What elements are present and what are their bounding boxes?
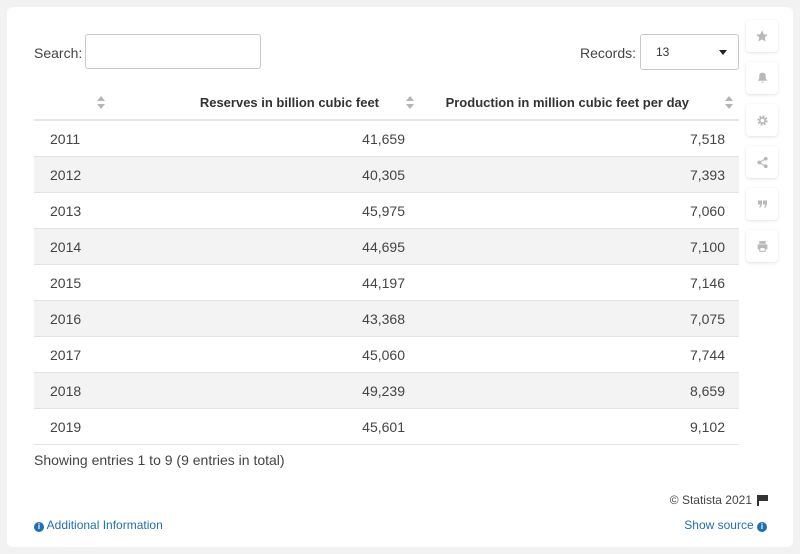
cell-year: 2015	[34, 264, 114, 301]
cell-production: 7,518	[419, 120, 739, 157]
column-header-production[interactable]: Production in million cubic feet per day	[419, 85, 739, 121]
additional-information-label: Additional Information	[46, 518, 163, 532]
cell-reserves: 45,975	[114, 192, 419, 229]
cell-production: 7,075	[419, 300, 739, 337]
cell-reserves: 41,659	[114, 120, 419, 157]
chevron-down-icon	[719, 50, 727, 55]
column-header-reserves[interactable]: Reserves in billion cubic feet	[114, 85, 419, 121]
entries-summary: Showing entries 1 to 9 (9 entries in tot…	[34, 452, 285, 468]
show-source-link[interactable]: Show source i	[684, 518, 767, 532]
show-source-label: Show source	[684, 518, 754, 532]
sort-icon[interactable]	[97, 96, 105, 109]
cell-production: 7,060	[419, 192, 739, 229]
star-icon	[756, 30, 768, 42]
table-row: 2015 44,197 7,146	[34, 264, 739, 301]
sort-icon[interactable]	[725, 96, 733, 109]
gear-icon	[756, 114, 768, 126]
cell-reserves: 45,060	[114, 336, 419, 373]
records-value: 13	[656, 45, 670, 59]
cell-reserves: 49,239	[114, 372, 419, 409]
records-select[interactable]: 13	[640, 34, 739, 70]
cell-production: 7,744	[419, 336, 739, 373]
cite-button[interactable]	[746, 188, 778, 220]
bell-icon	[757, 72, 767, 83]
print-button[interactable]	[746, 230, 778, 262]
cell-reserves: 40,305	[114, 156, 419, 193]
cell-year: 2019	[34, 408, 114, 445]
table-body: 2011 41,659 7,518 2012 40,305 7,393 2013 45,975…	[34, 120, 739, 445]
statistic-card: Search: Records: 13 Reserves in billion …	[7, 7, 793, 547]
cell-reserves: 45,601	[114, 408, 419, 445]
copyright-text: © Statista 2021	[669, 493, 752, 507]
table-row: 2011 41,659 7,518	[34, 120, 739, 157]
cell-year: 2012	[34, 156, 114, 193]
table-row: 2019 45,601 9,102	[34, 408, 739, 445]
sort-icon[interactable]	[406, 96, 414, 109]
table-row: 2018 49,239 8,659	[34, 372, 739, 409]
cell-year: 2016	[34, 300, 114, 337]
share-icon	[756, 156, 768, 168]
info-icon: i	[757, 522, 767, 532]
cell-reserves: 44,197	[114, 264, 419, 301]
cell-production: 7,100	[419, 228, 739, 265]
share-button[interactable]	[746, 146, 778, 178]
cell-year: 2014	[34, 228, 114, 265]
cell-year: 2018	[34, 372, 114, 409]
table-row: 2016 43,368 7,075	[34, 300, 739, 337]
print-icon	[757, 240, 767, 252]
quote-icon	[757, 200, 767, 208]
additional-information-link[interactable]: i Additional Information	[34, 518, 163, 532]
info-icon: i	[34, 522, 44, 532]
cell-year: 2013	[34, 192, 114, 229]
column-header-label: Reserves in billion cubic feet	[199, 94, 379, 110]
table-row: 2012 40,305 7,393	[34, 156, 739, 193]
cell-year: 2011	[34, 120, 114, 157]
settings-button[interactable]	[746, 104, 778, 136]
records-label: Records:	[580, 45, 637, 61]
column-header-label: Production in million cubic feet per day	[445, 94, 689, 110]
cell-production: 7,146	[419, 264, 739, 301]
cell-production: 7,393	[419, 156, 739, 193]
search-label: Search:	[34, 45, 83, 61]
table-header-row: Reserves in billion cubic feet Productio…	[34, 85, 739, 121]
table-row: 2014 44,695 7,100	[34, 228, 739, 265]
cell-production: 9,102	[419, 408, 739, 445]
search-input[interactable]	[85, 34, 261, 69]
cell-reserves: 44,695	[114, 228, 419, 265]
notification-button[interactable]	[746, 62, 778, 94]
column-header-year[interactable]	[34, 85, 114, 121]
side-toolbar	[746, 20, 780, 272]
cell-year: 2017	[34, 336, 114, 373]
star-button[interactable]	[746, 20, 778, 52]
copyright: © Statista 2021	[669, 493, 768, 507]
data-table: Reserves in billion cubic feet Productio…	[34, 85, 739, 445]
table-row: 2013 45,975 7,060	[34, 192, 739, 229]
cell-production: 8,659	[419, 372, 739, 409]
table-row: 2017 45,060 7,744	[34, 336, 739, 373]
cell-reserves: 43,368	[114, 300, 419, 337]
flag-icon[interactable]	[757, 495, 768, 506]
